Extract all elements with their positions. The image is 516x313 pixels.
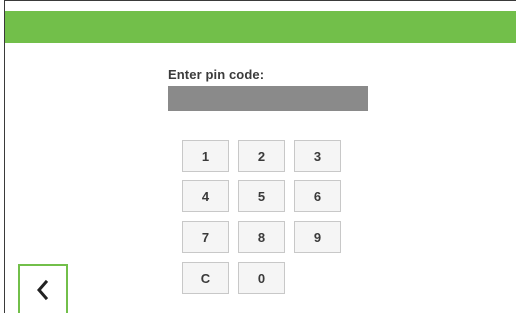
top-frame bbox=[5, 0, 516, 11]
key-4[interactable]: 4 bbox=[182, 180, 229, 212]
key-7[interactable]: 7 bbox=[182, 221, 229, 253]
header-bar bbox=[5, 11, 516, 43]
key-2[interactable]: 2 bbox=[238, 140, 285, 172]
pin-label: Enter pin code: bbox=[168, 67, 265, 82]
key-6[interactable]: 6 bbox=[294, 180, 341, 212]
key-clear[interactable]: C bbox=[182, 262, 229, 294]
pin-input[interactable] bbox=[168, 86, 368, 111]
key-5[interactable]: 5 bbox=[238, 180, 285, 212]
key-0[interactable]: 0 bbox=[238, 262, 285, 294]
chevron-left-icon bbox=[37, 279, 49, 300]
key-3[interactable]: 3 bbox=[294, 140, 341, 172]
key-8[interactable]: 8 bbox=[238, 221, 285, 253]
key-9[interactable]: 9 bbox=[294, 221, 341, 253]
key-1[interactable]: 1 bbox=[182, 140, 229, 172]
pin-entry-screen: Enter pin code: 1 2 3 4 5 6 7 8 9 C 0 bbox=[4, 0, 516, 313]
back-button[interactable] bbox=[18, 264, 68, 313]
